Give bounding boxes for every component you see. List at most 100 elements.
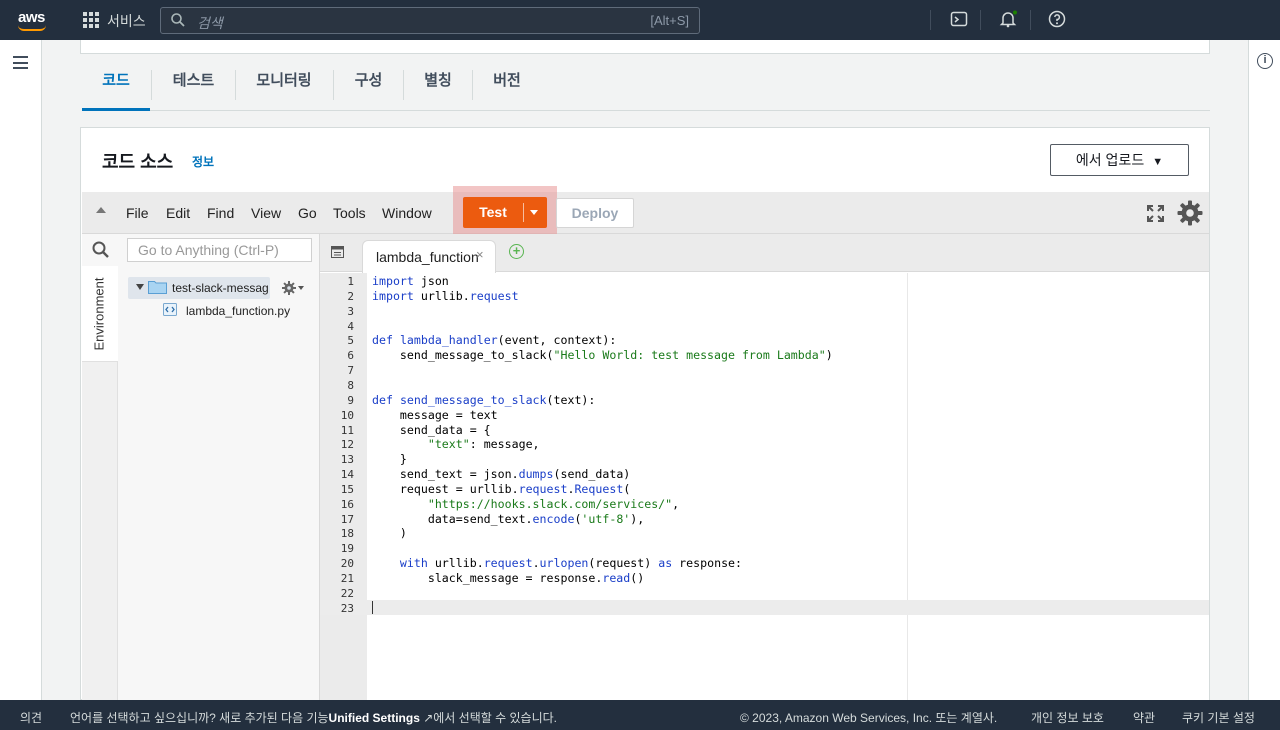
line-number: 16	[340, 497, 354, 511]
services-grid-icon[interactable]	[83, 12, 99, 28]
line-number: 2	[347, 289, 354, 303]
test-button-label: Test	[479, 204, 507, 220]
code-line: request = urllib.request.Request(	[372, 481, 631, 496]
language-prompt-text: 언어를 선택하고 싶으십니까? 새로 추가된 다음 기능	[70, 711, 329, 725]
tab-monitoring[interactable]: 모니터링	[236, 62, 332, 110]
services-menu[interactable]: 서비스	[107, 11, 146, 31]
deploy-button[interactable]: Deploy	[556, 198, 634, 228]
add-tab-icon[interactable]: +	[509, 244, 524, 259]
search-icon[interactable]	[92, 241, 109, 258]
line-number: 15	[340, 482, 354, 496]
left-sidebar-rail	[0, 40, 42, 700]
code-line: def send_message_to_slack(text):	[372, 392, 596, 407]
tab-versions[interactable]: 버전	[473, 62, 541, 110]
tree-file-item[interactable]: lambda_function.py	[186, 304, 290, 318]
line-number: 4	[347, 319, 354, 333]
fullscreen-icon[interactable]	[1147, 205, 1164, 222]
line-number: 13	[340, 453, 354, 467]
menu-file[interactable]: File	[126, 205, 149, 221]
code-line: )	[372, 526, 407, 541]
line-number: 6	[347, 349, 354, 363]
code-line: send_text = json.dumps(send_data)	[372, 467, 631, 482]
menu-go[interactable]: Go	[298, 205, 317, 221]
code-line: def lambda_handler(event, context):	[372, 333, 617, 348]
previous-panel-edge	[80, 40, 1210, 54]
menu-edit[interactable]: Edit	[166, 205, 190, 221]
unified-settings-link[interactable]: Unified Settings	[329, 711, 420, 725]
nav-divider	[930, 10, 931, 30]
line-number: 5	[347, 334, 354, 348]
caret-down-icon[interactable]	[298, 286, 304, 290]
language-suffix-text: 에서 선택할 수 있습니다.	[433, 711, 558, 725]
panel-title: 코드 소스	[102, 152, 174, 172]
bell-icon[interactable]	[998, 10, 1018, 30]
menu-find[interactable]: Find	[207, 205, 234, 221]
info-link[interactable]: 정보	[192, 153, 214, 170]
code-line: import json	[372, 274, 449, 288]
test-dropdown-icon[interactable]	[530, 210, 538, 215]
line-number: 10	[340, 408, 354, 422]
upload-from-label: 에서 업로드	[1075, 152, 1145, 168]
menu-window[interactable]: Window	[382, 205, 432, 221]
menu-icon[interactable]	[13, 56, 28, 69]
line-number: 18	[340, 527, 354, 541]
code-line: slack_message = response.read()	[372, 571, 645, 585]
line-number: 21	[340, 572, 354, 585]
collapse-toolbar-icon[interactable]	[96, 207, 106, 213]
menu-view[interactable]: View	[251, 205, 281, 221]
tab-code[interactable]: 코드	[82, 62, 150, 111]
expand-triangle-icon[interactable]	[136, 284, 144, 290]
tab-list-icon[interactable]	[331, 245, 344, 258]
info-icon[interactable]: i	[1257, 53, 1273, 69]
go-to-anything-input[interactable]: Go to Anything (Ctrl-P)	[127, 238, 312, 262]
folder-icon	[148, 280, 167, 294]
code-line: "text": message,	[427, 437, 540, 452]
nav-divider	[1030, 10, 1031, 30]
code-line: "https://hooks.slack.com/services/",	[427, 496, 680, 511]
line-number: 3	[347, 304, 354, 318]
line-number: 23	[340, 601, 354, 615]
tab-configuration[interactable]: 구성	[334, 62, 403, 110]
code-line: data=send_text.encode('utf-8'),	[372, 511, 645, 526]
code-line: send_message_to_slack("Hello World: test…	[372, 348, 833, 363]
settings-gear-icon[interactable]	[1176, 199, 1204, 227]
cloudshell-icon[interactable]	[949, 10, 969, 30]
aws-logo[interactable]: aws	[18, 9, 46, 31]
tab-test[interactable]: 테스트	[152, 62, 235, 110]
upload-from-button[interactable]: 에서 업로드 ▼	[1050, 144, 1189, 176]
tab-aliases[interactable]: 별칭	[404, 62, 472, 110]
test-button[interactable]: Test	[463, 197, 547, 228]
active-line-highlight	[320, 600, 1209, 615]
line-number: 9	[347, 393, 354, 407]
copyright-text: © 2023, Amazon Web Services, Inc. 또는 계열사…	[740, 711, 998, 725]
tree-settings-gear-icon[interactable]	[282, 281, 296, 295]
line-number: 17	[340, 512, 354, 526]
code-line: with urllib.request.urlopen(request) as …	[399, 556, 743, 571]
close-icon[interactable]: ×	[476, 247, 484, 262]
search-shortcut: [Alt+S]	[650, 13, 689, 28]
terms-link[interactable]: 약관	[1133, 709, 1155, 726]
cookie-preferences-link[interactable]: 쿠키 기본 설정	[1182, 709, 1255, 726]
footer: 의견 언어를 선택하고 싶으십니까? 새로 추가된 다음 기능Unified S…	[0, 700, 1280, 730]
help-icon[interactable]	[1047, 10, 1067, 30]
line-number: 11	[340, 423, 354, 437]
test-button-divider	[523, 203, 524, 222]
line-number: 19	[340, 542, 354, 556]
global-search-input[interactable]: 검색 [Alt+S]	[160, 7, 700, 34]
feedback-link[interactable]: 의견	[20, 709, 42, 726]
line-number: 1	[347, 275, 354, 288]
editor-tab-label: lambda_function	[376, 249, 479, 265]
line-number: 20	[340, 557, 354, 571]
privacy-link[interactable]: 개인 정보 보호	[1031, 709, 1104, 726]
text-cursor	[372, 601, 373, 614]
search-icon	[171, 13, 185, 30]
menu-tools[interactable]: Tools	[333, 205, 366, 221]
caret-down-icon: ▼	[1152, 156, 1164, 168]
code-line: import urllib.request	[372, 288, 519, 303]
line-number: 12	[340, 438, 354, 452]
search-placeholder: 검색	[197, 15, 223, 31]
code-line: message = text	[372, 407, 498, 422]
editor-tab-lambda-function[interactable]: lambda_function ×	[362, 240, 496, 273]
top-navigation-bar: aws 서비스 검색 [Alt+S]	[0, 0, 1280, 40]
aws-logo-text: aws	[18, 9, 45, 26]
